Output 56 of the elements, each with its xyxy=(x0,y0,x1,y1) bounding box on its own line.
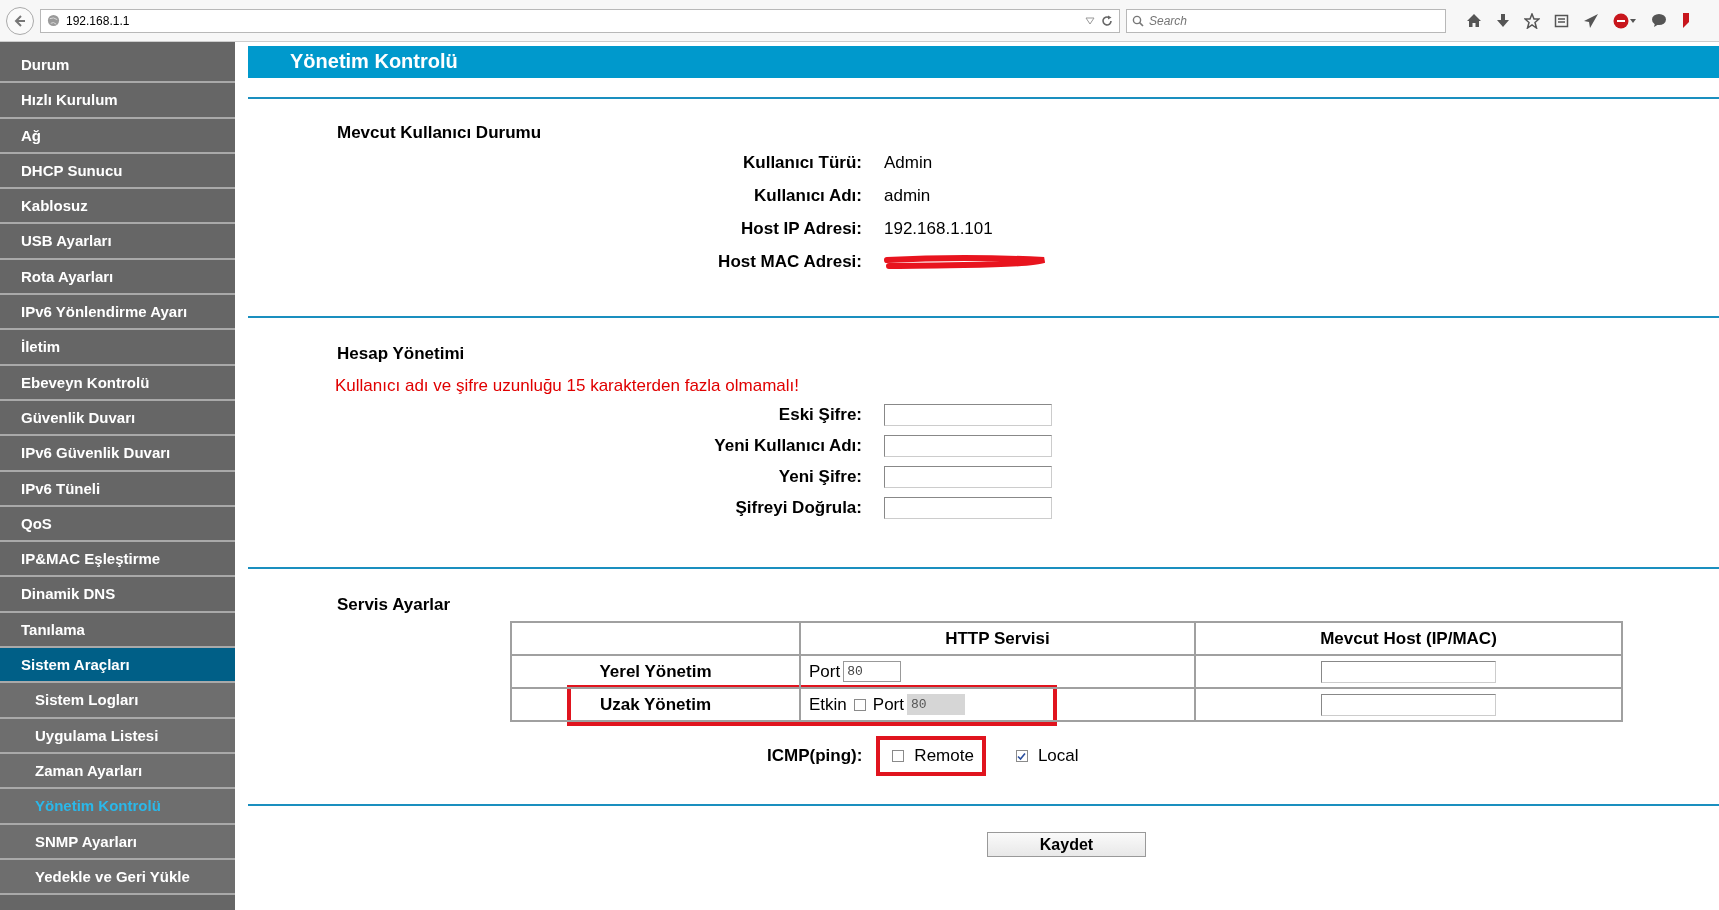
field-label: Eski Şifre: xyxy=(777,405,862,425)
globe-icon xyxy=(47,14,60,27)
sidebar-item[interactable]: Sistem Araçları xyxy=(0,648,235,684)
input-field[interactable] xyxy=(884,497,1052,519)
column-header: Mevcut Host (IP/MAC) xyxy=(1195,622,1622,655)
port-label: Port xyxy=(872,694,904,715)
field-label: Şifreyi Doğrula: xyxy=(734,498,862,518)
host-field[interactable] xyxy=(1321,693,1496,716)
sidebar-item[interactable]: Yedekle ve Geri Yükle xyxy=(0,859,235,896)
chat-icon[interactable] xyxy=(1651,13,1667,28)
send-icon[interactable] xyxy=(1583,12,1599,29)
warning-text: Kullanıcı adı ve şifre uzunluğu 15 karakterden fazla olmamalı! xyxy=(335,376,800,396)
input-field[interactable] xyxy=(884,435,1052,457)
host-field[interactable] xyxy=(1321,660,1496,683)
port-field[interactable]: 80 xyxy=(843,661,902,682)
adblock-icon[interactable] xyxy=(1613,12,1637,29)
checkbox[interactable] xyxy=(853,698,866,711)
field-label: Kullanıcı Adı: xyxy=(753,186,862,206)
reading-list-icon[interactable] xyxy=(1554,13,1569,28)
checkbox[interactable] xyxy=(1015,750,1028,762)
field-label: ICMP(ping): xyxy=(767,746,863,766)
checkbox[interactable] xyxy=(892,750,905,762)
search-field[interactable]: Search xyxy=(1126,8,1446,33)
section-title: Servis Ayarlar xyxy=(337,595,452,615)
field-label: Kullanıcı Türü: xyxy=(742,153,862,173)
checkbox-label: Remote xyxy=(914,746,974,766)
checkbox-label: Local xyxy=(1037,746,1079,766)
save-button[interactable]: Kaydet xyxy=(987,832,1146,857)
sidebar-item[interactable]: Sistem Logları xyxy=(0,683,235,719)
back-arrow-icon xyxy=(13,13,27,28)
field-label: Host IP Adresi: xyxy=(740,219,862,239)
back-button[interactable] xyxy=(6,6,34,35)
checkbox-label: Etkin xyxy=(809,694,847,715)
sidebar-item[interactable]: SNMP Ayarları xyxy=(0,824,235,860)
address-bar[interactable]: 192.168.1.1 xyxy=(40,8,1120,33)
home-icon[interactable] xyxy=(1466,13,1482,28)
port-label: Port xyxy=(809,661,841,682)
sidebar-item[interactable]: Zaman Ayarları xyxy=(0,753,235,790)
row-label: Yerel Yönetim xyxy=(599,661,712,681)
field-label: Host MAC Adresi: xyxy=(717,252,862,272)
field-value: 192.168.1.101 xyxy=(884,219,994,239)
field-value: admin xyxy=(884,186,932,206)
field-label: Yeni Kullanıcı Adı: xyxy=(713,436,862,456)
download-icon[interactable] xyxy=(1496,13,1510,28)
field-label: Yeni Şifre: xyxy=(777,467,862,487)
input-field[interactable] xyxy=(884,466,1052,488)
page-title: Yönetim Kontrolü xyxy=(248,46,1719,78)
sidebar-item[interactable]: Uygulama Listesi xyxy=(0,718,235,754)
input-field[interactable] xyxy=(884,404,1052,426)
field-value: Admin xyxy=(884,153,934,173)
row-label: Uzak Yönetim xyxy=(599,694,712,714)
star-icon[interactable] xyxy=(1524,12,1540,29)
section-title: Mevcut Kullanıcı Durumu xyxy=(337,123,543,143)
section-title: Hesap Yönetimi xyxy=(337,344,466,364)
column-header: HTTP Servisi xyxy=(800,622,1195,655)
reload-icon[interactable] xyxy=(1101,14,1113,27)
